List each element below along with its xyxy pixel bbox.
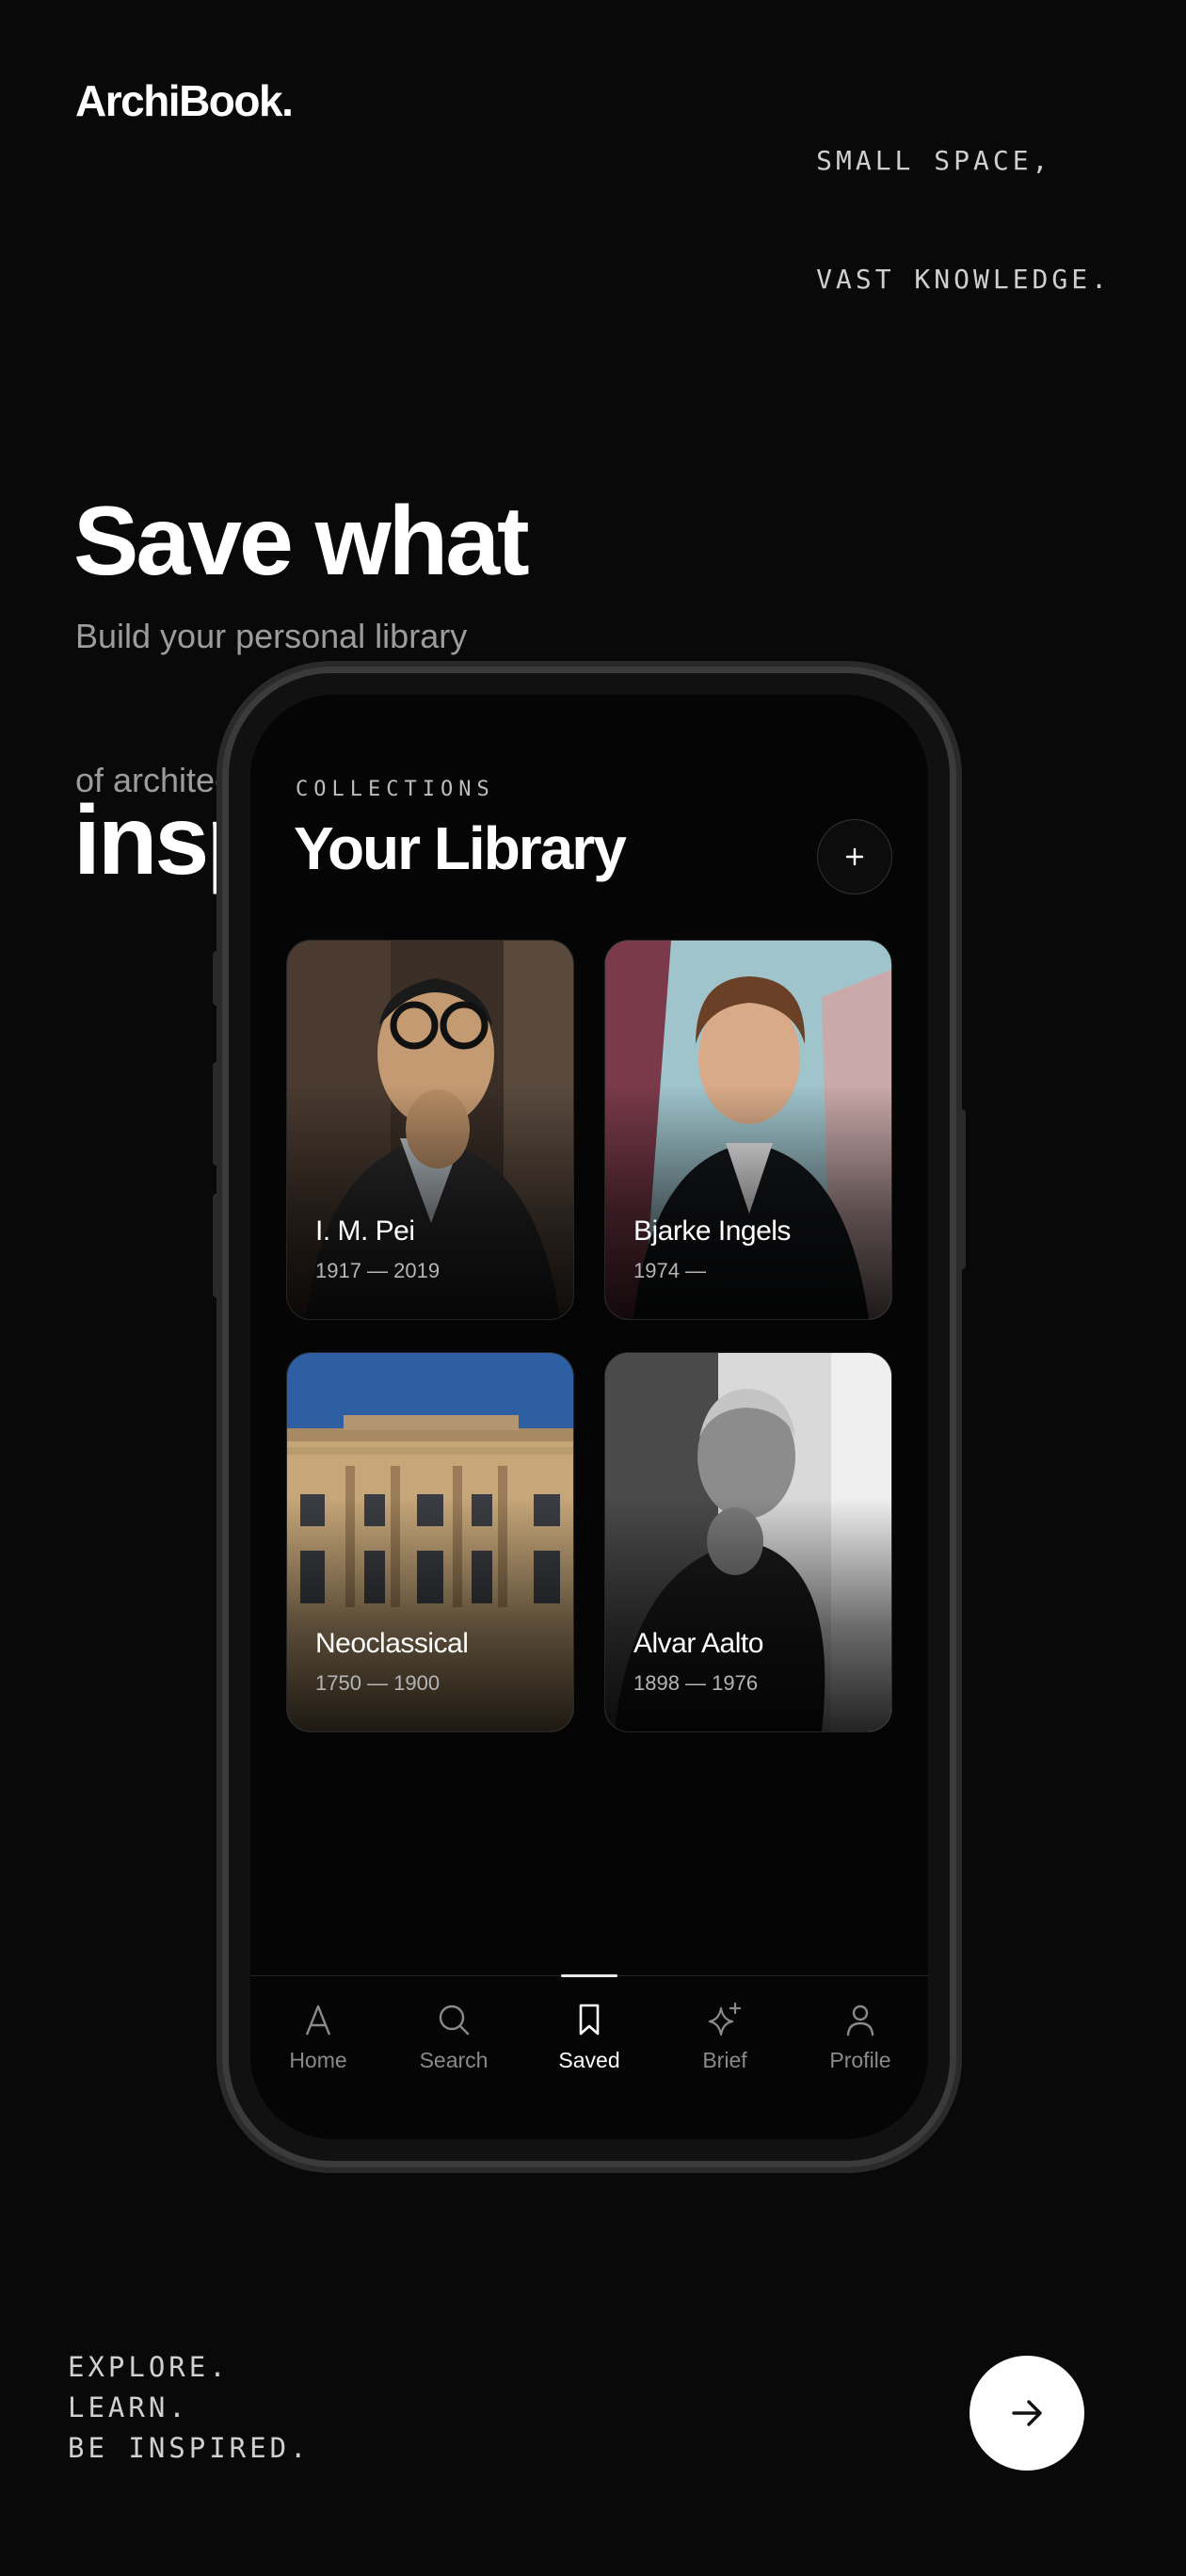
tab-label: Home <box>289 2048 347 2072</box>
card-years: 1974 — <box>633 1259 707 1282</box>
card-years: 1917 — 2019 <box>315 1259 441 1282</box>
tagline-top-line-1: SMALL SPACE, <box>816 145 1052 176</box>
person-icon <box>846 2004 874 2037</box>
library-grid: I. M. Pei 1917 — 2019 Bjarke Ingels 1974… <box>286 940 892 1732</box>
tab-saved[interactable]: Saved <box>521 1974 657 2093</box>
tab-profile[interactable]: Profile <box>793 1976 928 2093</box>
tab-label: Search <box>419 2048 489 2072</box>
phone-volume-up <box>213 1062 220 1166</box>
search-icon <box>439 2004 470 2036</box>
library-card-im-pei[interactable]: I. M. Pei 1917 — 2019 <box>286 940 574 1320</box>
tab-brief[interactable]: Brief <box>657 1976 793 2093</box>
phone-mockup: COLLECTIONS Your Library I. M. Pei 1917 … <box>213 667 966 2167</box>
phone-volume-down <box>213 1194 220 1297</box>
card-years: 1750 — 1900 <box>315 1671 441 1695</box>
collections-eyebrow: COLLECTIONS <box>296 778 495 801</box>
bottom-tab-bar: Home Search Saved Brief Profile <box>250 1974 928 2093</box>
card-years: 1898 — 1976 <box>633 1671 759 1695</box>
brand-logo: ArchiBook. <box>75 76 294 125</box>
card-gradient <box>605 1496 891 1731</box>
tagline-bottom-line-3: BE INSPIRED. <box>68 2432 311 2464</box>
plus-icon <box>845 847 864 866</box>
phone-power-button <box>958 1109 966 1269</box>
next-button[interactable] <box>970 2356 1084 2471</box>
tagline-bottom-line-1: EXPLORE. <box>68 2351 230 2383</box>
library-card-bjarke-ingels[interactable]: Bjarke Ingels 1974 — <box>604 940 892 1320</box>
hero-subtitle-line-1: Build your personal library <box>75 617 468 655</box>
arrow-right-icon <box>1012 2400 1042 2426</box>
phone-screen: COLLECTIONS Your Library I. M. Pei 1917 … <box>250 695 928 2139</box>
tab-label: Profile <box>829 2048 891 2072</box>
tab-search[interactable]: Search <box>386 1976 521 2093</box>
card-title: Bjarke Ingels <box>633 1216 791 1247</box>
card-gradient <box>605 1084 891 1319</box>
bookmark-icon <box>579 2004 600 2036</box>
tagline-bottom-line-2: LEARN. <box>68 2391 189 2423</box>
tab-label: Saved <box>558 2048 620 2072</box>
tagline-top-line-2: VAST KNOWLEDGE. <box>816 264 1111 295</box>
library-card-alvar-aalto[interactable]: Alvar Aalto 1898 — 1976 <box>604 1352 892 1732</box>
card-gradient <box>287 1496 573 1731</box>
library-title: Your Library <box>294 814 627 882</box>
active-tab-indicator <box>561 1974 617 1977</box>
card-title: Alvar Aalto <box>633 1628 763 1659</box>
letter-a-icon <box>305 2004 331 2036</box>
add-collection-button[interactable] <box>817 819 892 894</box>
library-card-neoclassical[interactable]: Neoclassical 1750 — 1900 <box>286 1352 574 1732</box>
tagline-bottom: EXPLORE. LEARN. BE INSPIRED. <box>68 2347 311 2469</box>
card-gradient <box>287 1084 573 1319</box>
card-title: Neoclassical <box>315 1628 469 1659</box>
phone-side-button <box>213 951 220 1006</box>
tab-label: Brief <box>702 2048 747 2072</box>
card-title: I. M. Pei <box>315 1216 415 1247</box>
tagline-top: SMALL SPACE, VAST KNOWLEDGE. <box>816 62 1111 339</box>
sparkle-icon <box>708 2002 742 2037</box>
tab-home[interactable]: Home <box>250 1976 386 2093</box>
